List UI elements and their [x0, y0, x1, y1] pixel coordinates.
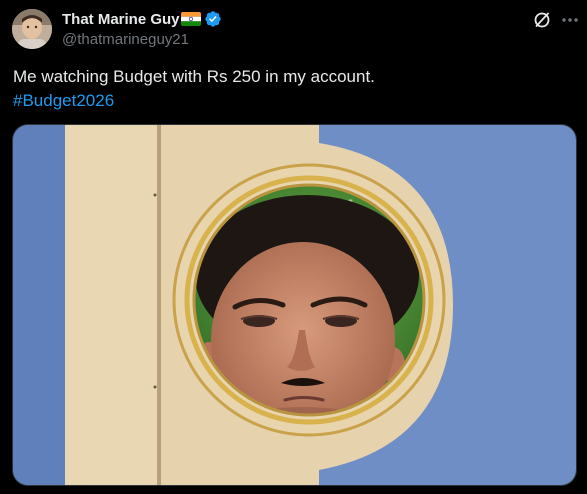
name-row: That Marine Guy [62, 9, 527, 29]
meme-image: oı [13, 125, 576, 485]
more-options-icon[interactable] [560, 10, 580, 30]
tweet-body: Me watching Budget with Rs 250 in my acc… [13, 67, 375, 86]
tweet-media-image[interactable]: oı [12, 124, 577, 486]
india-flag-icon [180, 12, 201, 26]
grok-icon[interactable] [532, 10, 552, 30]
verified-badge-icon[interactable] [204, 10, 222, 28]
tweet-text: Me watching Budget with Rs 250 in my acc… [13, 65, 573, 113]
hashtag-link[interactable]: #Budget2026 [13, 91, 114, 110]
avatar-image [12, 9, 52, 49]
avatar[interactable] [12, 9, 52, 49]
tweet-card[interactable]: That Marine Guy @thatmarineguy21 Me watc… [0, 0, 587, 494]
user-handle[interactable]: @thatmarineguy21 [62, 31, 527, 48]
post-header: That Marine Guy @thatmarineguy21 [62, 9, 527, 48]
display-name[interactable]: That Marine Guy [62, 11, 180, 28]
